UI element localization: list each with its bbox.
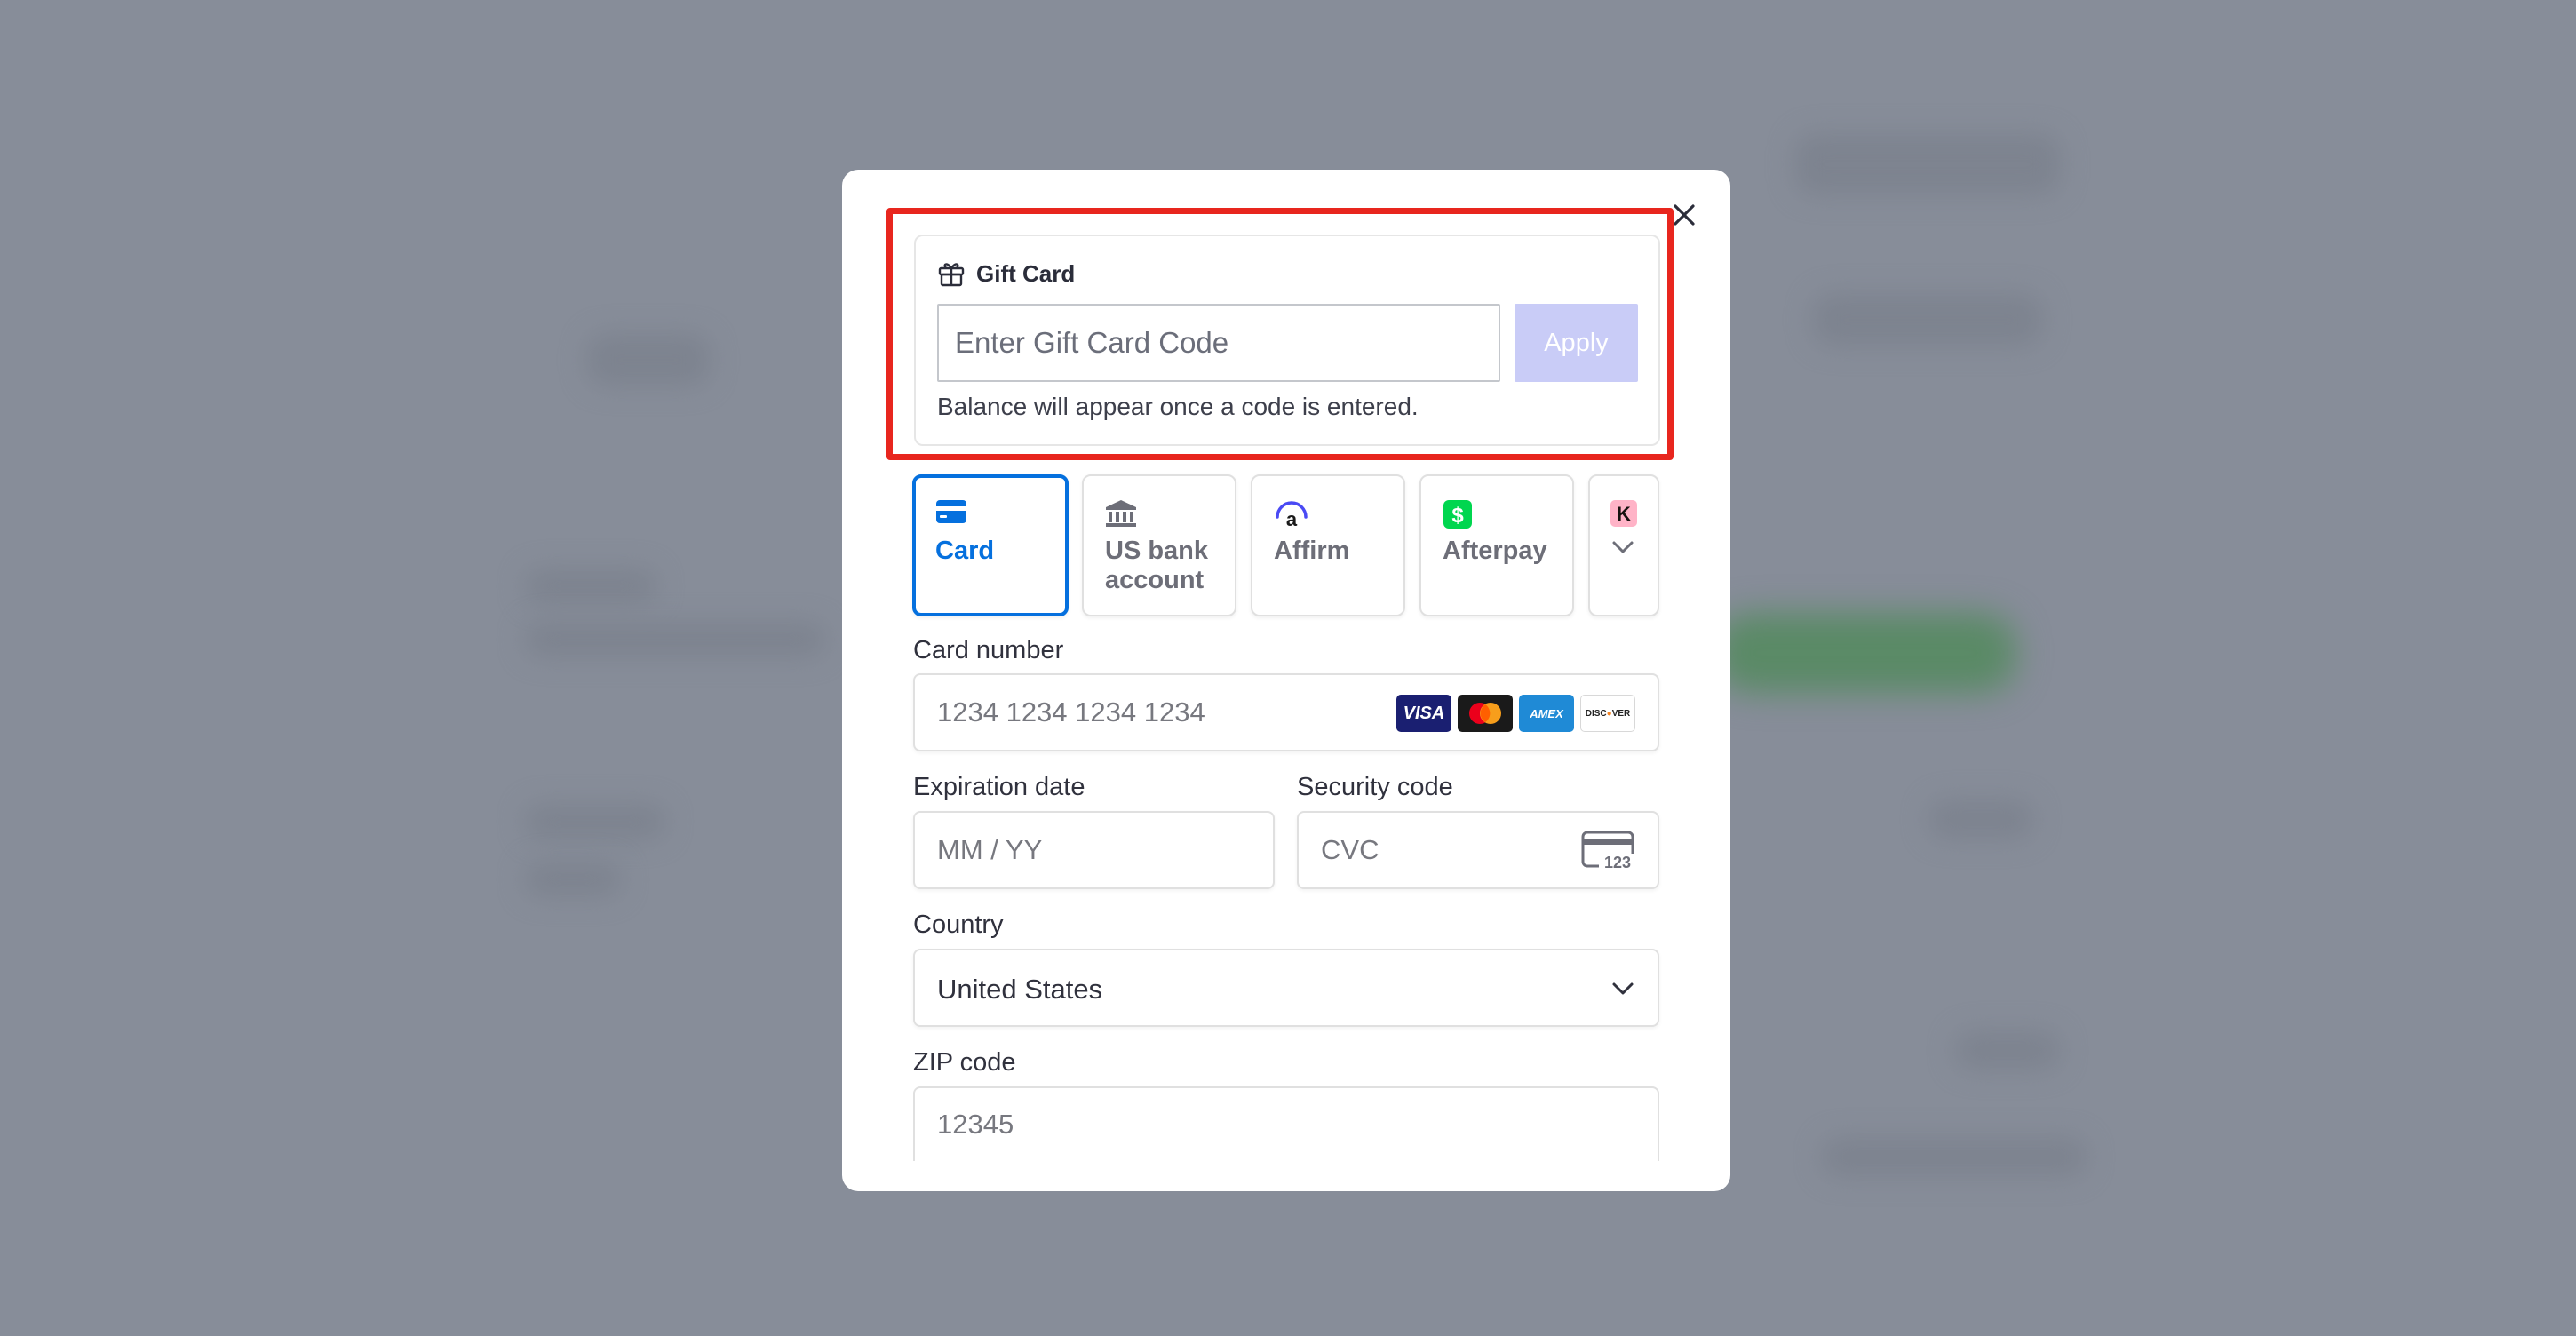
cvc-icon: 123 (1581, 831, 1636, 876)
tab-us-bank-account-label: US bank account (1105, 537, 1209, 594)
tab-card[interactable]: Card (912, 474, 1069, 616)
chevron-down-icon (1611, 982, 1634, 1000)
apply-button[interactable]: Apply (1515, 304, 1638, 382)
bank-icon (1105, 499, 1137, 532)
gift-icon (938, 263, 965, 287)
gift-card-code-input[interactable] (937, 304, 1500, 382)
svg-text:123: 123 (1604, 854, 1631, 871)
bg-shape (524, 569, 657, 604)
bg-shape (1812, 293, 2043, 346)
tab-afterpay[interactable]: $ Afterpay (1419, 474, 1574, 616)
tab-us-bank-account[interactable]: US bank account (1082, 474, 1236, 616)
zip-label: ZIP code (913, 1048, 1016, 1077)
svg-text:K: K (1617, 503, 1631, 525)
country-value: United States (937, 974, 1103, 1005)
expiration-field[interactable] (913, 811, 1275, 889)
bg-shape (1928, 799, 2034, 839)
bg-shape (1821, 1137, 2087, 1177)
expiration-label: Expiration date (913, 773, 1085, 801)
tab-affirm-label: Affirm (1274, 537, 1350, 565)
gift-card-header: Gift Card (937, 259, 1075, 288)
mastercard-icon (1458, 695, 1513, 732)
tab-more[interactable]: K (1588, 474, 1659, 616)
afterpay-icon: $ (1443, 499, 1473, 534)
amex-icon: AMEX (1519, 695, 1574, 732)
bg-shape (524, 862, 622, 897)
security-code-field[interactable]: 123 (1297, 811, 1659, 889)
zip-input[interactable] (915, 1088, 1658, 1161)
card-number-field[interactable]: VISA AMEX DISC●VER (913, 673, 1659, 752)
bg-shape (1794, 133, 2061, 195)
expiration-input[interactable] (915, 813, 1273, 887)
bg-shape (586, 333, 711, 386)
close-icon (1674, 204, 1695, 226)
tab-afterpay-label: Afterpay (1443, 537, 1547, 565)
country-select[interactable]: United States (913, 949, 1659, 1027)
svg-text:a: a (1286, 508, 1298, 528)
svg-text:$: $ (1451, 504, 1464, 528)
bg-shape (524, 622, 826, 657)
security-code-label: Security code (1297, 773, 1453, 801)
bg-shape (524, 804, 666, 839)
affirm-icon: a (1274, 499, 1309, 532)
visa-icon: VISA (1396, 695, 1451, 732)
close-button[interactable] (1668, 199, 1700, 231)
chevron-down-icon (1611, 540, 1634, 559)
gift-card-section: Gift Card Apply Balance will appear once… (914, 235, 1660, 446)
tab-card-label: Card (935, 537, 995, 565)
gift-card-title: Gift Card (976, 259, 1076, 287)
discover-icon: DISC●VER (1580, 695, 1635, 732)
card-icon (935, 499, 967, 529)
country-label: Country (913, 911, 1004, 939)
gift-card-hint: Balance will appear once a code is enter… (937, 393, 1419, 420)
card-number-label: Card number (913, 636, 1064, 664)
zip-field[interactable] (913, 1086, 1659, 1161)
klarna-icon: K (1610, 499, 1638, 532)
tab-affirm[interactable]: a Affirm (1251, 474, 1405, 616)
bg-shape (1954, 1030, 2061, 1070)
bg-button (1714, 613, 2016, 693)
